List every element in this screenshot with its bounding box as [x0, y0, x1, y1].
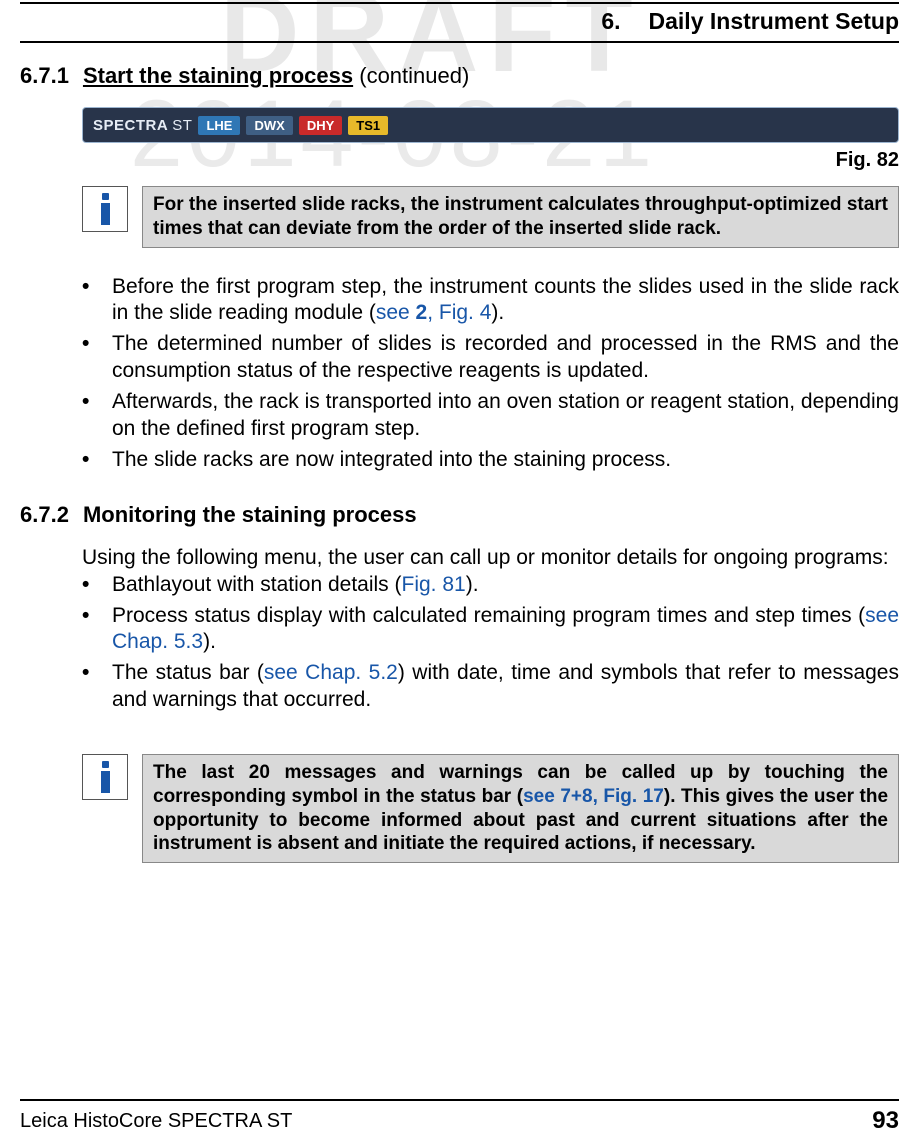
tag-dwx: DWX — [246, 116, 292, 135]
section-6-7-1-title: 6.7.1 Start the staining process (continu… — [20, 63, 899, 89]
text: The status bar ( — [112, 661, 264, 684]
info-icon — [82, 754, 128, 800]
status-bar-figure: SPECTRA ST LHE DWX DHY TS1 — [82, 107, 899, 143]
text: The slide racks are now integrated into … — [112, 447, 899, 474]
brand-a: SPECTRA — [93, 117, 168, 134]
header-rule — [20, 41, 899, 43]
list-item: The slide racks are now integrated into … — [82, 447, 899, 474]
link-fig-4[interactable]: , Fig. 4 — [427, 301, 491, 324]
text: The determined number of slides is recor… — [112, 331, 899, 385]
link-fig-17[interactable]: , Fig. 17 — [593, 786, 664, 807]
list-item: The status bar (see Chap. 5.2) with date… — [82, 660, 899, 714]
list-item: Process status display with calculated r… — [82, 603, 899, 657]
link-chap-5-2[interactable]: see Chap. 5.2 — [264, 661, 398, 684]
link-fig-81[interactable]: Fig. 81 — [402, 573, 466, 596]
text: ). — [466, 573, 479, 596]
section-6-7-1-suffix: (continued) — [353, 63, 469, 88]
chapter-title: Daily Instrument Setup — [649, 8, 899, 34]
list-6-7-2: Bathlayout with station details (Fig. 81… — [82, 572, 899, 714]
info-note-1: For the inserted slide racks, the instru… — [82, 186, 899, 248]
link-see-2[interactable]: see 2 — [376, 301, 427, 324]
page-footer: Leica HistoCore SPECTRA ST 93 — [20, 1099, 899, 1143]
text: Afterwards, the rack is transported into… — [112, 389, 899, 443]
page-number: 93 — [872, 1107, 899, 1135]
section-6-7-2-name: Monitoring the staining process — [83, 502, 417, 527]
text: ). — [491, 301, 504, 324]
section-6-7-1-number: 6.7.1 — [20, 63, 69, 89]
text: Process status display with calculated r… — [112, 604, 865, 627]
info-note-2: The last 20 messages and warnings can be… — [82, 754, 899, 863]
tag-ts1: TS1 — [348, 116, 388, 135]
intro-6-7-2: Using the following menu, the user can c… — [82, 546, 899, 570]
text: Before the first program step, the instr… — [112, 275, 899, 325]
list-item: The determined number of slides is recor… — [82, 331, 899, 385]
brand-b: ST — [172, 117, 192, 134]
list-item: Bathlayout with station details (Fig. 81… — [82, 572, 899, 599]
text: Bathlayout with station details ( — [112, 573, 402, 596]
section-6-7-1-name: Start the staining process — [83, 63, 353, 88]
tag-dhy: DHY — [299, 116, 342, 135]
figure-82-caption: Fig. 82 — [82, 149, 899, 172]
section-6-7-2-title: 6.7.2 Monitoring the staining process — [20, 502, 899, 528]
statusbar-brand: SPECTRA ST — [93, 117, 192, 134]
info-note-2-text: The last 20 messages and warnings can be… — [142, 754, 899, 863]
list-item: Afterwards, the rack is transported into… — [82, 389, 899, 443]
list-item: Before the first program step, the instr… — [82, 274, 899, 328]
info-note-1-text: For the inserted slide racks, the instru… — [142, 186, 899, 248]
list-6-7-1: Before the first program step, the instr… — [82, 274, 899, 474]
section-6-7-2-number: 6.7.2 — [20, 502, 69, 528]
info-icon — [82, 186, 128, 232]
tag-lhe: LHE — [198, 116, 240, 135]
link-see-7-8[interactable]: see 7+8 — [523, 786, 593, 807]
text: ). — [203, 630, 216, 653]
chapter-number: 6. — [601, 8, 620, 35]
footer-product: Leica HistoCore SPECTRA ST — [20, 1110, 292, 1133]
chapter-header: 6. Daily Instrument Setup — [20, 4, 899, 41]
